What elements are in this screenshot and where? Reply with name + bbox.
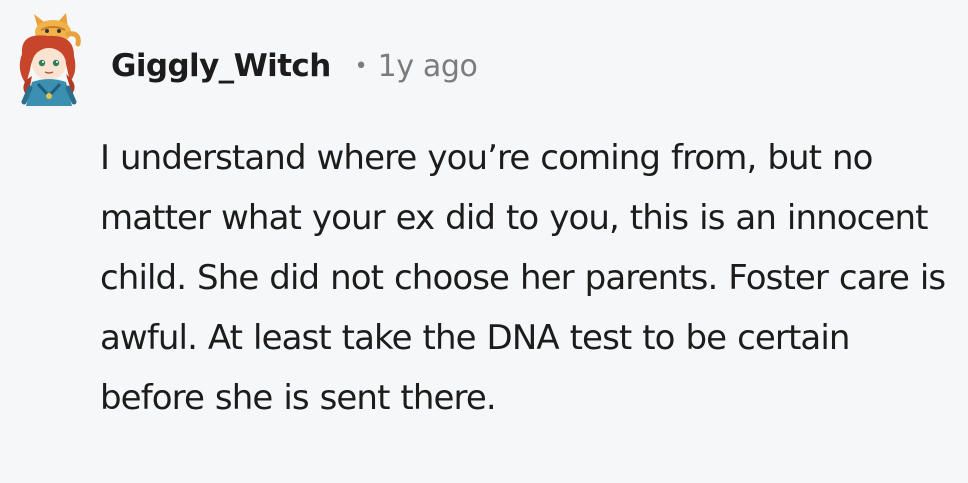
comment-timestamp[interactable]: 1y ago bbox=[378, 49, 478, 84]
comment-header: Giggly_Witch • 1y ago bbox=[111, 48, 478, 84]
redhead-character-with-cat-avatar-icon bbox=[19, 13, 81, 106]
meta-separator: • bbox=[354, 53, 368, 79]
comment: Giggly_Witch • 1y ago I understand where… bbox=[0, 0, 968, 483]
comment-body: I understand where you’re coming from, b… bbox=[100, 138, 946, 418]
username-link[interactable]: Giggly_Witch bbox=[111, 48, 331, 84]
user-avatar[interactable] bbox=[8, 10, 94, 108]
